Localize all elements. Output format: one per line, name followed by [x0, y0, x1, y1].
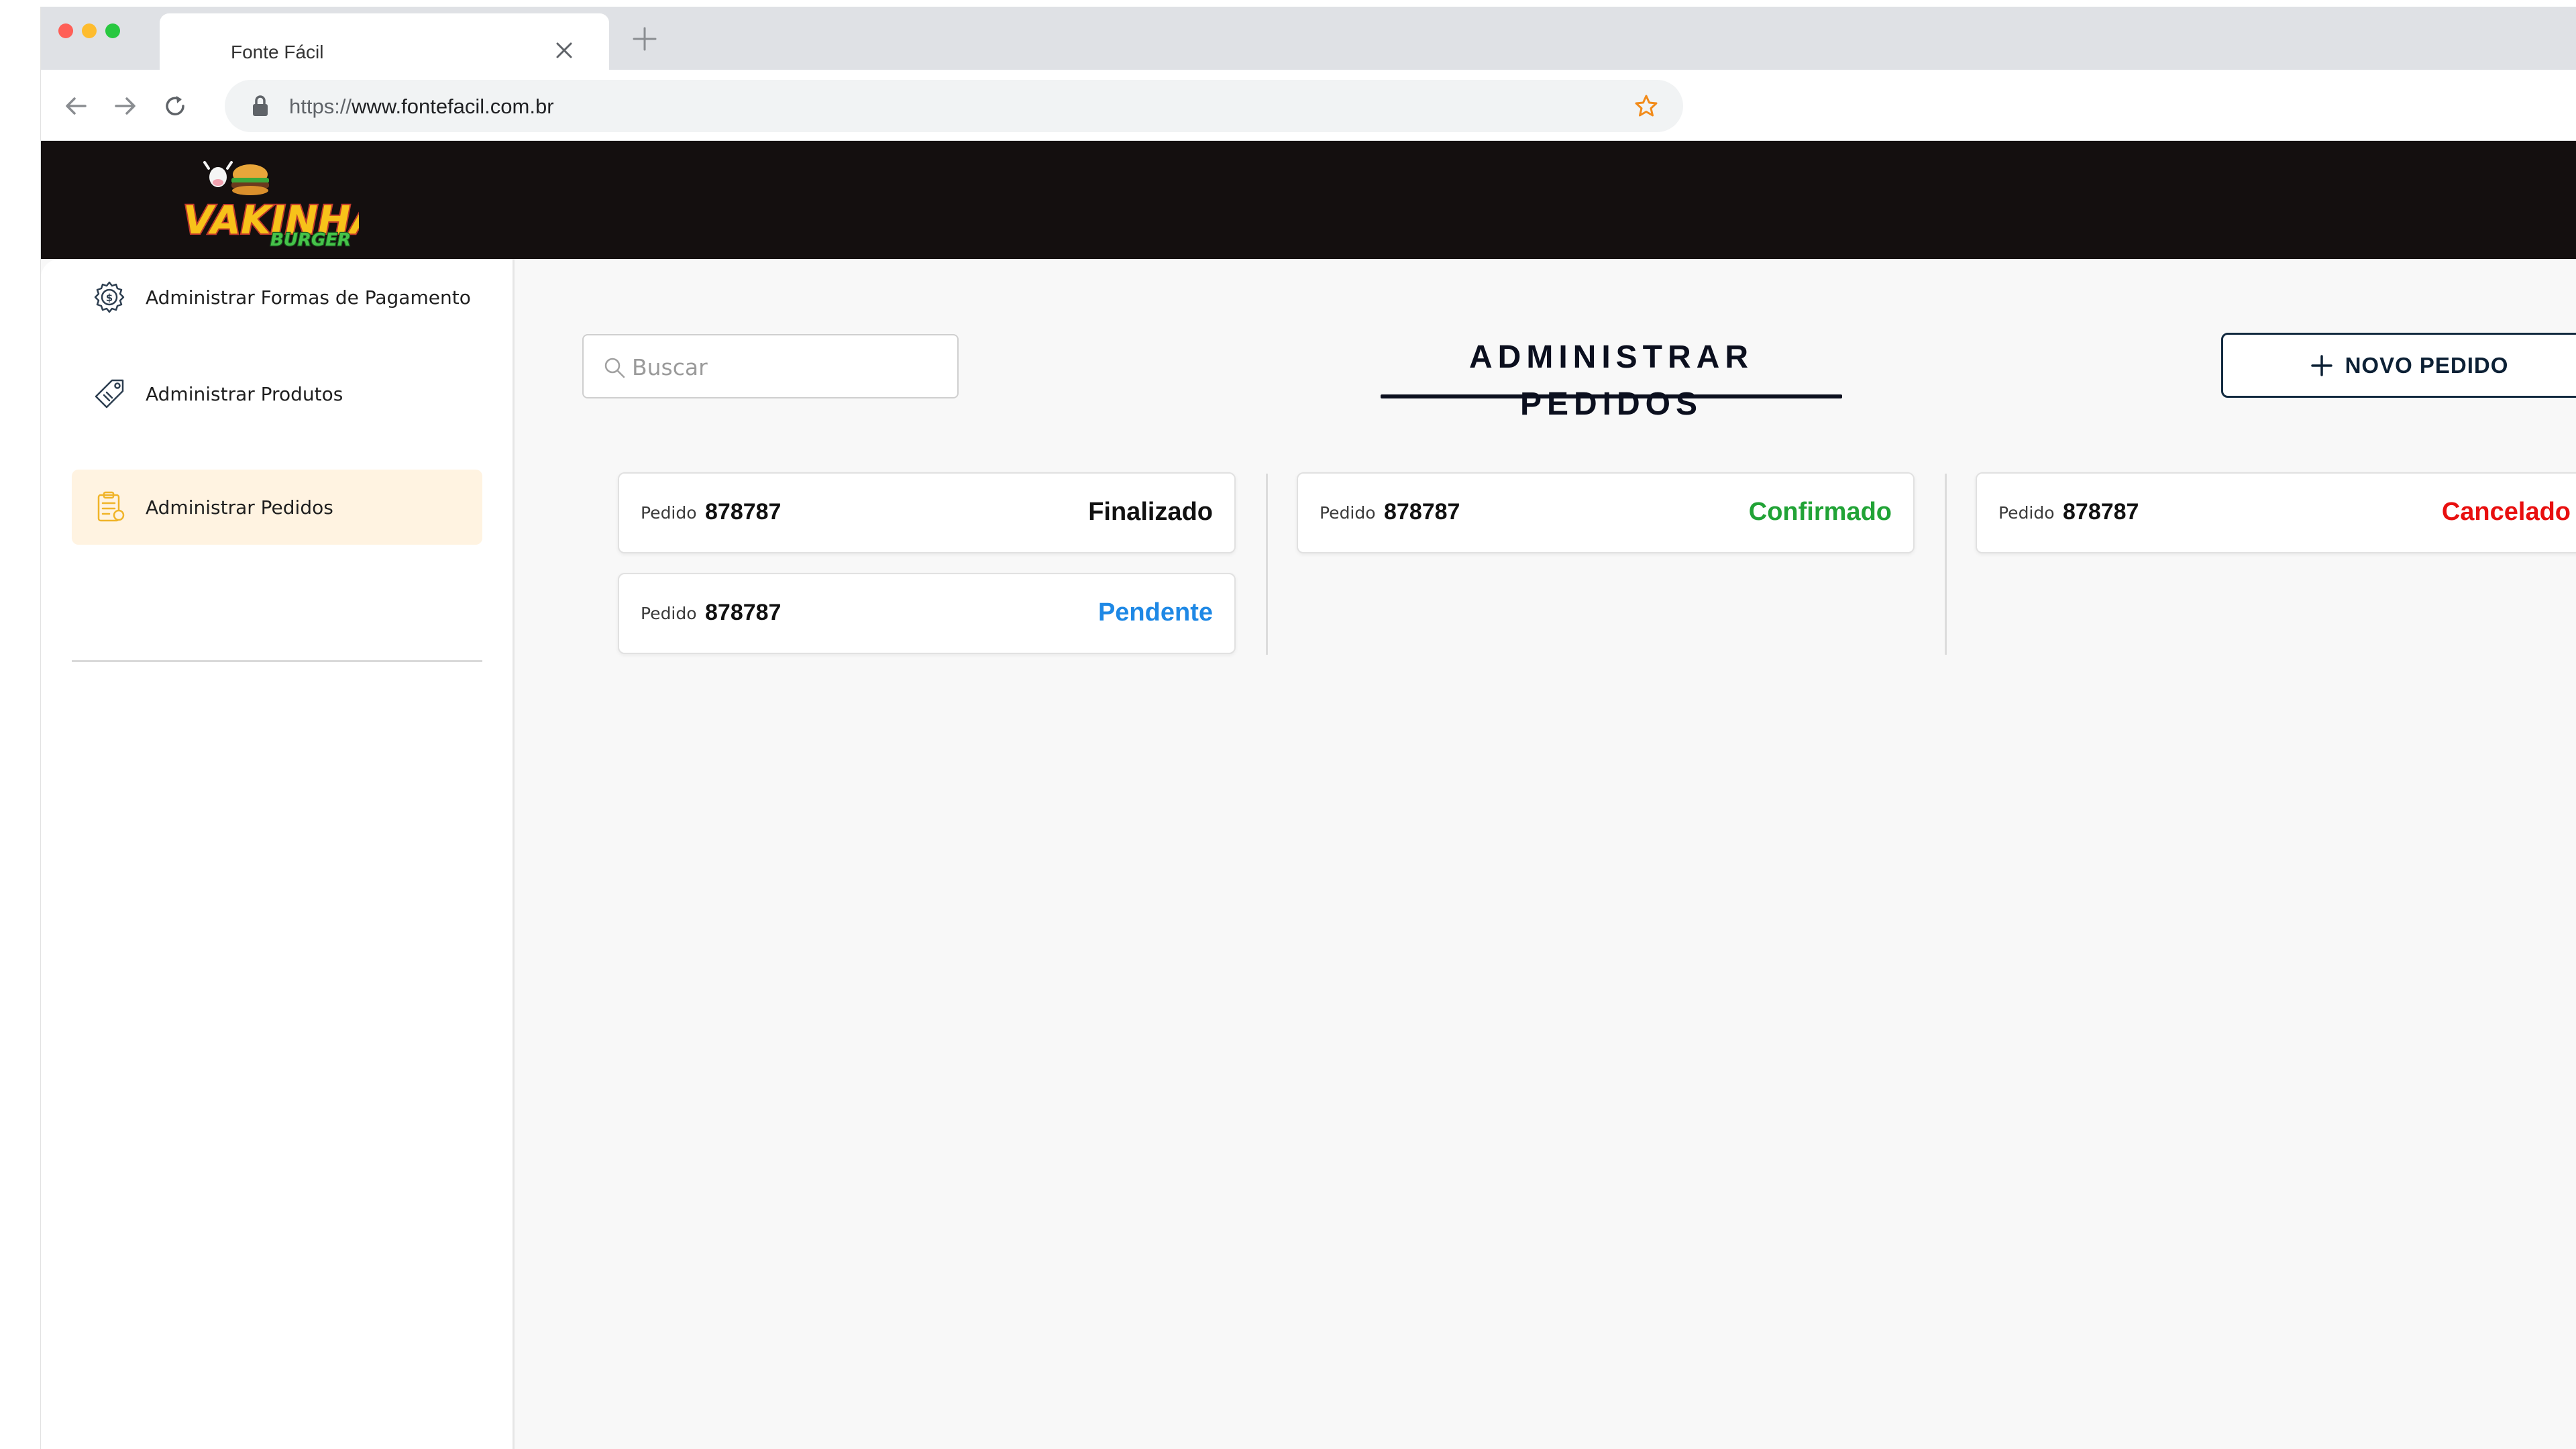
tab-title: Fonte Fácil: [231, 42, 324, 62]
order-number: 878787: [705, 600, 782, 625]
sidebar: $ Administrar Formas de Pagamento Admini…: [41, 259, 515, 1449]
close-window-button[interactable]: [58, 23, 73, 38]
page-title: ADMINISTRAR PEDIDOS: [1381, 334, 1842, 422]
sidebar-divider: [72, 660, 482, 662]
search-icon: [604, 358, 625, 378]
sidebar-item-label: Administrar Formas de Pagamento: [146, 286, 471, 309]
title-underline: [1381, 394, 1842, 398]
app-header: VAKINHA BURGER: [41, 141, 2576, 259]
order-number: 878787: [1384, 499, 1460, 525]
url-scheme: https://: [289, 95, 352, 118]
main-content: ADMINISTRAR PEDIDOS NOVO PEDIDO Pedido 8…: [517, 259, 2576, 1449]
url-host: www.fontefacil.com.br: [352, 95, 554, 118]
search-box[interactable]: [582, 334, 959, 398]
order-card[interactable]: Pedido 878787 Cancelado: [1976, 472, 2576, 553]
back-arrow-icon[interactable]: [62, 93, 89, 119]
svg-text:$: $: [106, 292, 113, 304]
order-status: Finalizado: [1088, 498, 1213, 526]
maximize-window-button[interactable]: [105, 23, 120, 38]
browser-toolbar: https://www.fontefacil.com.br: [41, 70, 2576, 141]
sidebar-item-payment-methods[interactable]: $ Administrar Formas de Pagamento: [72, 260, 482, 335]
address-bar[interactable]: https://www.fontefacil.com.br: [225, 80, 1683, 132]
window-controls: [58, 23, 120, 38]
order-number: 878787: [2063, 499, 2139, 525]
order-label: Pedido: [1998, 503, 2055, 523]
new-order-button[interactable]: NOVO PEDIDO: [2221, 333, 2576, 398]
forward-arrow-icon[interactable]: [112, 93, 139, 119]
orders-list-icon: [97, 491, 125, 522]
browser-window: Fonte Fácil https://www.fontefacil.com.b…: [40, 7, 2576, 1449]
order-status: Pendente: [1097, 598, 1213, 627]
payment-settings-icon: $: [94, 281, 125, 313]
new-tab-icon[interactable]: [631, 25, 658, 52]
column-divider: [1945, 474, 1947, 655]
order-card[interactable]: Pedido 878787 Finalizado: [618, 472, 1236, 553]
vakinha-burger-logo[interactable]: VAKINHA BURGER: [178, 160, 359, 250]
svg-text:BURGER: BURGER: [270, 230, 351, 250]
order-card[interactable]: Pedido 878787 Pendente: [618, 573, 1236, 654]
close-icon[interactable]: [554, 40, 574, 60]
search-input[interactable]: [632, 347, 941, 386]
new-order-label: NOVO PEDIDO: [2345, 352, 2509, 378]
order-status: Cancelado: [2441, 498, 2571, 526]
order-label: Pedido: [641, 503, 697, 523]
sidebar-item-products[interactable]: Administrar Produtos: [72, 356, 482, 431]
reload-icon[interactable]: [162, 93, 189, 119]
order-label: Pedido: [1320, 503, 1376, 523]
bookmark-star-icon[interactable]: [1633, 93, 1659, 119]
minimize-window-button[interactable]: [82, 23, 97, 38]
order-number: 878787: [705, 499, 782, 525]
order-card[interactable]: Pedido 878787 Confirmado: [1297, 472, 1915, 553]
product-tag-icon: [95, 379, 124, 409]
plus-icon: [2310, 354, 2332, 376]
sidebar-item-orders[interactable]: Administrar Pedidos: [72, 470, 482, 545]
tab-strip: Fonte Fácil: [41, 7, 2576, 70]
browser-tab[interactable]: Fonte Fácil: [160, 13, 609, 70]
sidebar-item-label: Administrar Produtos: [146, 382, 343, 405]
sidebar-item-label: Administrar Pedidos: [146, 496, 333, 519]
order-status: Confirmado: [1748, 498, 1892, 526]
column-divider: [1266, 474, 1268, 655]
url-text: https://www.fontefacil.com.br: [289, 95, 554, 119]
lock-icon: [253, 95, 268, 116]
page-title-text: ADMINISTRAR PEDIDOS: [1469, 339, 1754, 422]
order-label: Pedido: [641, 604, 697, 623]
